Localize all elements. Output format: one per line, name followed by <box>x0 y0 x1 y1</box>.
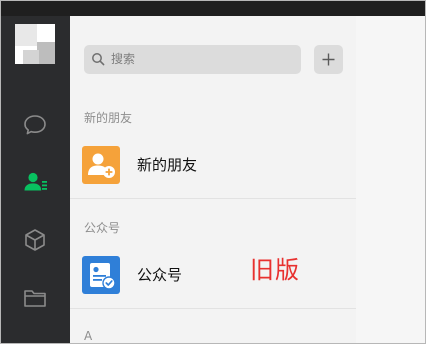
list-item-label: 新的朋友 <box>137 156 198 174</box>
chat-icon[interactable] <box>21 111 49 139</box>
content-pane <box>356 16 425 343</box>
folder-icon[interactable] <box>21 284 49 312</box>
section-header-official-accounts: 公众号 <box>84 221 121 235</box>
list-item-label: 公众号 <box>137 266 183 284</box>
title-bar <box>1 1 425 16</box>
app-window: 搜索 新的朋友 新的朋友 公众号 公众号 A 旧版 <box>0 0 426 344</box>
add-contact-button[interactable] <box>314 45 343 74</box>
search-box[interactable]: 搜索 <box>84 45 301 74</box>
section-header-new-friends: 新的朋友 <box>84 111 133 125</box>
divider <box>70 198 356 199</box>
divider <box>70 308 356 309</box>
user-avatar[interactable] <box>15 24 55 64</box>
cube-icon[interactable] <box>21 226 49 254</box>
contacts-panel: 搜索 新的朋友 新的朋友 公众号 公众号 A <box>70 16 356 343</box>
section-header-a: A <box>84 329 93 343</box>
annotation-label: 旧版 <box>250 256 300 284</box>
plus-icon <box>322 53 335 66</box>
search-icon <box>92 53 105 66</box>
search-placeholder: 搜索 <box>111 52 136 66</box>
list-item-new-friends[interactable]: 新的朋友 <box>70 139 356 189</box>
contacts-icon[interactable] <box>21 168 49 196</box>
official-account-icon <box>82 256 120 294</box>
add-friend-icon <box>82 146 120 184</box>
list-item-official-accounts[interactable]: 公众号 <box>70 249 356 299</box>
